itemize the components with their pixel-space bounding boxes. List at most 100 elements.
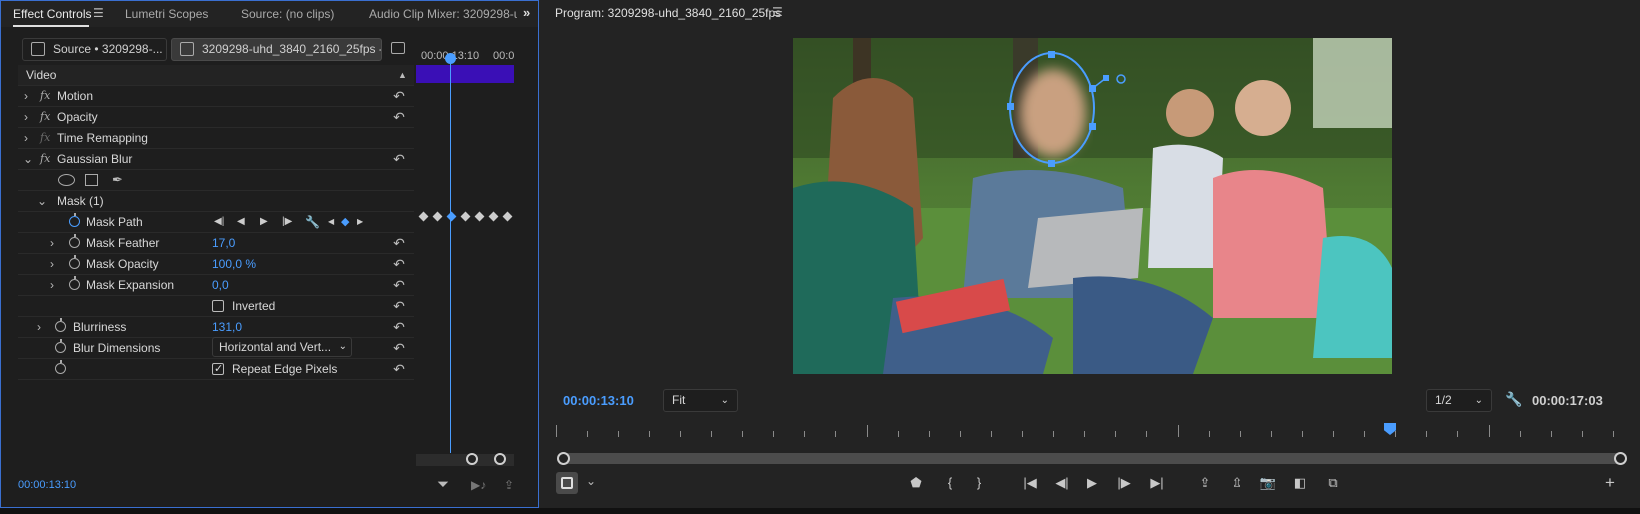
- scrollbar-handle-left[interactable]: [557, 452, 570, 465]
- zoom-handle-right[interactable]: [494, 453, 506, 465]
- tab-audio-clip-mixer[interactable]: Audio Clip Mixer: 3209298-uhd: [369, 7, 517, 21]
- mask-feather-value[interactable]: 17,0: [212, 233, 235, 253]
- stopwatch-icon[interactable]: [69, 213, 80, 227]
- playhead-handle[interactable]: [445, 53, 456, 64]
- opacity-row[interactable]: › fx Opacity ↶: [18, 107, 414, 128]
- keyframe[interactable]: [488, 211, 499, 222]
- tab-effect-controls[interactable]: Effect Controls: [13, 7, 91, 21]
- reset-icon[interactable]: ↶: [390, 234, 408, 252]
- chevron-right-icon[interactable]: ›: [24, 128, 34, 148]
- reset-icon[interactable]: ↶: [390, 339, 408, 357]
- program-zoom-scrollbar[interactable]: [557, 452, 1627, 465]
- mark-out-icon[interactable]: }: [969, 474, 989, 492]
- track-forward-icon[interactable]: ▶: [260, 212, 268, 232]
- add-button-icon[interactable]: +: [1600, 474, 1620, 492]
- program-title[interactable]: Program: 3209298-uhd_3840_2160_25fps: [555, 6, 781, 20]
- track-back-all-icon[interactable]: ◀|: [214, 212, 224, 232]
- sequence-clip-chip[interactable]: 3209298-uhd_3840_2160_25fps -...: [171, 38, 382, 61]
- add-marker-icon[interactable]: ⬟: [906, 474, 926, 492]
- go-to-in-icon[interactable]: |◀: [1020, 474, 1040, 492]
- keyframe[interactable]: [432, 211, 443, 222]
- mask-path-row[interactable]: Mask Path ◀| ◀ ▶ |▶ 🔧 ◀ ◆ ▶: [18, 212, 414, 233]
- program-video-frame[interactable]: [793, 38, 1392, 374]
- timeline-zoom-scrollbar[interactable]: [416, 453, 514, 466]
- blurriness-row[interactable]: › Blurriness 131,0 ↶: [18, 317, 414, 338]
- reset-icon[interactable]: ↶: [390, 318, 408, 336]
- comparison-view-icon[interactable]: ◧: [1290, 474, 1310, 492]
- play-icon[interactable]: ▶: [1082, 474, 1102, 492]
- tab-source[interactable]: Source: (no clips): [241, 7, 334, 21]
- repeat-edge-checkbox[interactable]: [212, 359, 224, 379]
- next-keyframe-icon[interactable]: ▶: [357, 212, 363, 232]
- resolution-dropdown[interactable]: 1/2 ⌄: [1426, 389, 1492, 412]
- collapse-up-icon[interactable]: ▲: [398, 65, 407, 85]
- step-back-icon[interactable]: ◀|: [1052, 474, 1072, 492]
- reset-icon[interactable]: ↶: [390, 255, 408, 273]
- prev-keyframe-icon[interactable]: ◀: [328, 212, 334, 232]
- rectangle-mask-icon[interactable]: [85, 174, 98, 186]
- mask-row[interactable]: ⌄ Mask (1): [18, 191, 414, 212]
- mask-opacity-row[interactable]: › Mask Opacity 100,0 % ↶: [18, 254, 414, 275]
- pen-mask-icon[interactable]: ✒: [112, 170, 123, 190]
- add-keyframe-icon[interactable]: ◆: [341, 212, 349, 232]
- fx-icon[interactable]: fx: [40, 149, 50, 169]
- reset-icon[interactable]: ↶: [390, 150, 408, 168]
- effect-controls-timecode[interactable]: 00:00:13:10: [18, 479, 76, 491]
- blurriness-value[interactable]: 131,0: [212, 317, 242, 337]
- mark-in-icon[interactable]: {: [940, 474, 960, 492]
- track-back-icon[interactable]: ◀: [237, 212, 245, 232]
- more-tabs-icon[interactable]: »: [523, 5, 530, 20]
- mask-feather-row[interactable]: › Mask Feather 17,0 ↶: [18, 233, 414, 254]
- reset-icon[interactable]: ↶: [390, 276, 408, 294]
- chevron-right-icon[interactable]: ›: [37, 317, 47, 337]
- blur-dimensions-row[interactable]: Blur Dimensions Horizontal and Vert... ⌄…: [18, 337, 414, 359]
- lift-icon[interactable]: ⇪: [1195, 474, 1215, 492]
- program-timecode[interactable]: 00:00:13:10: [563, 393, 634, 408]
- zoom-fit-dropdown[interactable]: Fit ⌄: [663, 389, 738, 412]
- chevron-right-icon[interactable]: ›: [24, 86, 34, 106]
- timeline-ruler[interactable]: [556, 425, 1626, 439]
- keyframe-selected[interactable]: [446, 211, 457, 222]
- filter-icon[interactable]: ⏷: [437, 476, 449, 493]
- toggle-proxies-icon[interactable]: ⧉: [1323, 474, 1343, 492]
- play-audio-icon[interactable]: ▶♪: [471, 478, 486, 492]
- fx-icon[interactable]: fx: [40, 86, 50, 106]
- panel-menu-icon[interactable]: ☰: [772, 5, 783, 19]
- chevron-down-icon[interactable]: ⌄: [23, 149, 33, 169]
- stopwatch-icon[interactable]: [55, 339, 66, 353]
- scrollbar-handle-right[interactable]: [1614, 452, 1627, 465]
- zoom-handle-left[interactable]: [466, 453, 478, 465]
- mask-opacity-value[interactable]: 100,0 %: [212, 254, 256, 274]
- fx-icon[interactable]: fx: [40, 107, 50, 127]
- stopwatch-icon[interactable]: [69, 234, 80, 248]
- wrench-icon[interactable]: 🔧: [1505, 391, 1522, 408]
- track-forward-all-icon[interactable]: |▶: [282, 212, 292, 232]
- tab-lumetri-scopes[interactable]: Lumetri Scopes: [125, 7, 208, 21]
- step-forward-icon[interactable]: |▶: [1114, 474, 1134, 492]
- chevron-down-icon[interactable]: ⌄: [586, 474, 596, 488]
- effect-timeline[interactable]: 00:00:13:10 00:0: [416, 47, 514, 467]
- chevron-right-icon[interactable]: ›: [50, 233, 60, 253]
- reset-icon[interactable]: ↶: [390, 297, 408, 315]
- keyframe[interactable]: [474, 211, 485, 222]
- panel-menu-icon[interactable]: ☰: [93, 6, 104, 20]
- reset-icon[interactable]: ↶: [390, 87, 408, 105]
- stopwatch-icon[interactable]: [55, 360, 66, 374]
- chevron-right-icon[interactable]: ›: [24, 107, 34, 127]
- stopwatch-icon[interactable]: [69, 276, 80, 290]
- toggle-timeline-icon[interactable]: [391, 42, 405, 54]
- motion-row[interactable]: › fx Motion ↶: [18, 86, 414, 107]
- chevron-down-icon[interactable]: ⌄: [37, 191, 47, 211]
- export-frame-icon[interactable]: 📷: [1258, 474, 1278, 492]
- go-to-out-icon[interactable]: ▶|: [1147, 474, 1167, 492]
- wrench-icon[interactable]: 🔧: [305, 212, 320, 232]
- source-clip-chip[interactable]: Source • 3209298-...: [22, 38, 167, 61]
- stopwatch-icon[interactable]: [55, 318, 66, 332]
- blur-dimensions-dropdown[interactable]: Horizontal and Vert... ⌄: [212, 337, 352, 357]
- keyframe[interactable]: [460, 211, 471, 222]
- reset-icon[interactable]: ↶: [390, 360, 408, 378]
- time-remapping-row[interactable]: › fx Time Remapping: [18, 128, 414, 149]
- ellipse-mask-icon[interactable]: [58, 174, 75, 186]
- extract-icon[interactable]: ⇫: [1227, 474, 1247, 492]
- keyframe[interactable]: [502, 211, 513, 222]
